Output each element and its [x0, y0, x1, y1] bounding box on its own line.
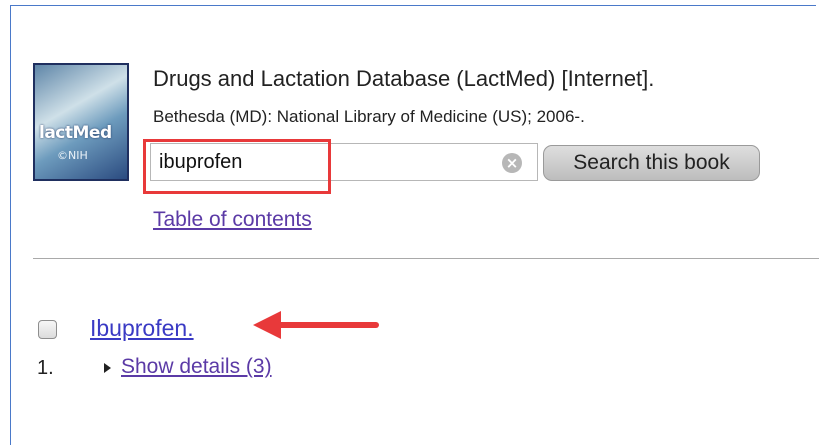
highlight-annotation-box: [143, 139, 331, 194]
cover-logo-text: lactMed: [39, 123, 112, 143]
book-publisher: Bethesda (MD): National Library of Medic…: [153, 107, 585, 126]
expand-triangle-icon[interactable]: [104, 363, 111, 373]
clear-search-icon[interactable]: ×: [502, 153, 522, 173]
book-title: Drugs and Lactation Database (LactMed) […: [153, 66, 655, 91]
book-cover-image[interactable]: lactMed ©NIH: [33, 63, 129, 181]
section-divider: [33, 258, 819, 259]
show-details-link[interactable]: Show details (3): [121, 355, 272, 379]
result-select-checkbox[interactable]: [38, 320, 57, 339]
search-this-book-button[interactable]: Search this book: [543, 145, 760, 181]
result-title-link[interactable]: Ibuprofen.: [90, 315, 194, 342]
red-arrow-annotation-icon: [253, 311, 379, 339]
cover-sub-text: ©NIH: [57, 149, 88, 162]
table-of-contents-link[interactable]: Table of contents: [153, 208, 312, 232]
result-number: 1.: [37, 357, 54, 379]
